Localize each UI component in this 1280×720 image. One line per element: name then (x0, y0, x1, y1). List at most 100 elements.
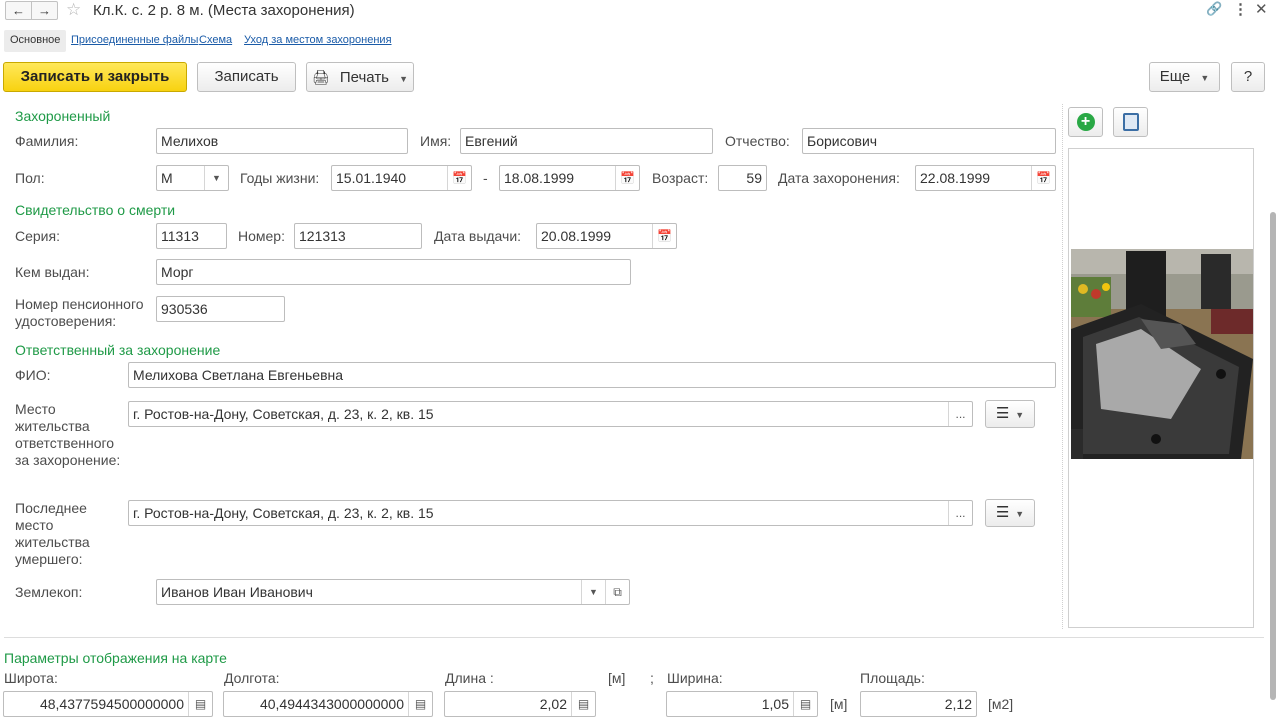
fio-field[interactable]: Мелихова Светлана Евгеньевна (128, 362, 1056, 388)
close-icon[interactable]: ✕ (1255, 0, 1268, 18)
chevron-down-icon[interactable]: ▼ (581, 580, 605, 604)
group-map-title: Параметры отображения на карте (4, 650, 227, 666)
back-button[interactable]: ← (5, 1, 32, 20)
panel-separator (1062, 104, 1063, 629)
residence-field[interactable]: г. Ростов-на-Дону, Советская, д. 23, к. … (128, 401, 973, 427)
burial-date-label: Дата захоронения: (778, 170, 900, 186)
calculator-icon[interactable]: ▤ (793, 692, 817, 716)
last-residence-value: г. Ростов-на-Дону, Советская, д. 23, к. … (133, 505, 434, 521)
age-field[interactable]: 59 (718, 165, 767, 191)
gender-value: М (161, 170, 173, 186)
save-and-close-button[interactable]: Записать и закрыть (3, 62, 187, 92)
select-ellipsis-button[interactable]: ... (948, 402, 972, 426)
number-field[interactable]: 121313 (294, 223, 422, 249)
vertical-scrollbar[interactable] (1269, 100, 1277, 700)
name-field[interactable]: Евгений (460, 128, 713, 154)
residence-label: Место жительства ответственного за захор… (15, 401, 121, 468)
list-icon: ☰ (995, 405, 1010, 422)
open-icon[interactable]: ⧉ (605, 580, 629, 604)
area-field[interactable]: 2,12 (860, 691, 977, 717)
residence-list-button[interactable]: ☰ ▼ (985, 400, 1035, 428)
calendar-icon[interactable]: 📅 (447, 166, 471, 190)
death-date-field[interactable]: 18.08.1999 📅 (499, 165, 640, 191)
edit-image-button[interactable] (1113, 107, 1148, 137)
birth-date-value: 15.01.1940 (336, 170, 407, 186)
tab-main[interactable]: Основное (4, 30, 67, 52)
width-value: 1,05 (761, 696, 789, 712)
calendar-icon[interactable]: 📅 (652, 224, 676, 248)
arrow-right-icon: → (38, 3, 51, 18)
lon-value: 40,4944343000000000 (259, 696, 404, 712)
plus-circle-icon: + (1076, 113, 1095, 131)
years-dash: - (483, 170, 488, 186)
last-residence-label: Последнее место жительства умершего: (15, 500, 90, 567)
width-label: Ширина: (667, 670, 723, 686)
print-label: Печать (339, 69, 389, 86)
list-icon: ☰ (995, 504, 1010, 521)
separator-semicolon: ; (650, 670, 654, 686)
edit-image-icon (1122, 113, 1139, 131)
star-icon[interactable]: ☆ (66, 0, 81, 20)
issued-by-field[interactable]: Морг (156, 259, 631, 285)
group-buried-title: Захороненный (15, 108, 111, 124)
series-field[interactable]: 11313 (156, 223, 227, 249)
residence-value: г. Ростов-на-Дону, Советская, д. 23, к. … (133, 406, 434, 422)
chevron-down-icon: ▼ (399, 74, 409, 84)
calendar-icon[interactable]: 📅 (615, 166, 639, 190)
length-value: 2,02 (539, 696, 567, 712)
age-label: Возраст: (652, 170, 709, 186)
surname-label: Фамилия: (15, 133, 79, 149)
patronymic-label: Отчество: (725, 133, 790, 149)
link-icon[interactable]: 🔗 (1206, 1, 1222, 17)
lon-field[interactable]: 40,4944343000000000 ▤ (223, 691, 433, 717)
issue-date-label: Дата выдачи: (434, 228, 522, 244)
lat-field[interactable]: 48,4377594500000000 ▤ (3, 691, 213, 717)
series-label: Серия: (15, 228, 60, 244)
surname-field[interactable]: Мелихов (156, 128, 408, 154)
area-label: Площадь: (860, 670, 925, 686)
arrow-left-icon: ← (12, 3, 25, 18)
length-field[interactable]: 2,02 ▤ (444, 691, 596, 717)
tab-scheme[interactable]: Схема (199, 30, 232, 52)
group-certificate-title: Свидетельство о смерти (15, 202, 176, 218)
print-button[interactable]: 🖨 Печать ▼ (306, 62, 414, 92)
width-field[interactable]: 1,05 ▤ (666, 691, 818, 717)
fio-label: ФИО: (15, 367, 51, 383)
chevron-down-icon: ▼ (1015, 509, 1025, 519)
calculator-icon[interactable]: ▤ (571, 692, 595, 716)
calculator-icon[interactable]: ▤ (408, 692, 432, 716)
last-residence-list-button[interactable]: ☰ ▼ (985, 499, 1035, 527)
gender-label: Пол: (15, 170, 45, 186)
birth-date-field[interactable]: 15.01.1940 📅 (331, 165, 472, 191)
lat-value: 48,4377594500000000 (39, 696, 184, 712)
title-bar: ← → ☆ Кл.К. с. 2 р. 8 м. (Места захороне… (0, 0, 1280, 28)
select-ellipsis-button[interactable]: ... (948, 501, 972, 525)
more-label: Еще (1159, 68, 1191, 85)
help-button[interactable]: ? (1231, 62, 1265, 92)
pension-label: Номер пенсионного удостоверения: (15, 296, 144, 329)
more-vertical-icon[interactable]: ⋮ (1233, 0, 1248, 18)
save-button[interactable]: Записать (197, 62, 296, 92)
burial-date-field[interactable]: 22.08.1999 📅 (915, 165, 1056, 191)
grave-photo (1071, 249, 1253, 459)
issue-date-field[interactable]: 20.08.1999 📅 (536, 223, 677, 249)
calculator-icon[interactable]: ▤ (188, 692, 212, 716)
chevron-down-icon: ▼ (1200, 73, 1210, 83)
digger-field[interactable]: Иванов Иван Иванович ▼ ⧉ (156, 579, 630, 605)
gender-select[interactable]: М ▼ (156, 165, 229, 191)
forward-button[interactable]: → (31, 1, 58, 20)
lon-label: Долгота: (224, 670, 280, 686)
grave-photo-image (1071, 249, 1253, 459)
pension-field[interactable]: 930536 (156, 296, 285, 322)
calendar-icon[interactable]: 📅 (1031, 166, 1055, 190)
patronymic-field[interactable]: Борисович (802, 128, 1056, 154)
length-unit: [м] (608, 670, 626, 686)
years-label: Годы жизни: (240, 170, 320, 186)
scrollbar-thumb[interactable] (1270, 212, 1276, 700)
chevron-down-icon[interactable]: ▼ (204, 166, 228, 190)
tab-attached-files[interactable]: Присоединенные файлы (71, 30, 198, 52)
tab-grave-care[interactable]: Уход за местом захоронения (244, 30, 392, 52)
add-image-button[interactable]: + (1068, 107, 1103, 137)
more-button[interactable]: Еще ▼ (1149, 62, 1220, 92)
last-residence-field[interactable]: г. Ростов-на-Дону, Советская, д. 23, к. … (128, 500, 973, 526)
